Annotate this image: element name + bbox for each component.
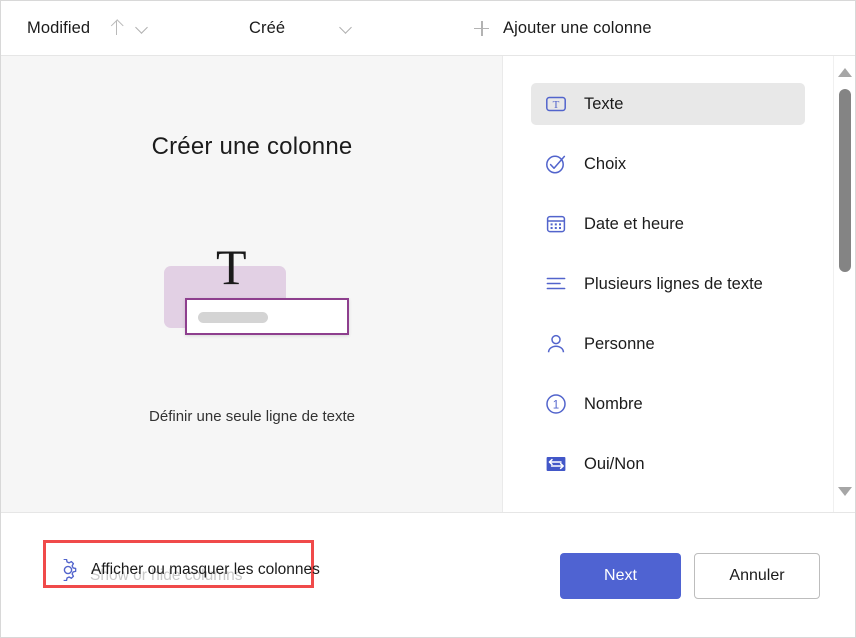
- list-item-label: Choix: [584, 154, 627, 173]
- list-scrollbar[interactable]: [833, 56, 855, 513]
- list-item-label: Plusieurs lignes de texte: [584, 274, 763, 293]
- list-item-date-et-heure[interactable]: Date et heure: [531, 203, 805, 245]
- toggle-arrows-icon: [545, 453, 567, 475]
- page-title: Créer une colonne: [151, 133, 353, 160]
- column-preview-pane: Créer une colonne T Définir une seule li…: [1, 56, 503, 513]
- svg-text:T: T: [553, 99, 560, 111]
- sort-ascending-icon[interactable]: [109, 20, 125, 36]
- column-type-list: T Texte Choix Date et heure Plusieurs li…: [503, 56, 833, 513]
- gear-icon: [57, 558, 79, 582]
- list-item-personne[interactable]: Personne: [531, 323, 805, 365]
- list-item-label: Texte: [584, 94, 624, 113]
- dialog-body: Créer une colonne T Définir une seule li…: [1, 56, 855, 513]
- chevron-down-icon[interactable]: [134, 20, 150, 36]
- column-header-bar: Modified Créé Ajouter une colonne: [1, 1, 855, 56]
- column-type-list-pane: T Texte Choix Date et heure Plusieurs li…: [503, 56, 855, 513]
- list-item-oui-non[interactable]: Oui/Non: [531, 443, 805, 485]
- dialog-footer: Show or hide columns Afficher ou masquer…: [1, 512, 855, 637]
- plus-icon: [473, 20, 490, 37]
- column-header-modified[interactable]: Modified: [27, 1, 150, 55]
- show-or-hide-columns-link[interactable]: Show or hide columns Afficher ou masquer…: [57, 558, 320, 584]
- illustration-placeholder-pill: [198, 312, 268, 323]
- person-icon: [545, 333, 567, 355]
- svg-text:1: 1: [553, 400, 559, 412]
- multiline-text-icon: [545, 273, 567, 295]
- list-item-label: Personne: [584, 334, 655, 353]
- list-item-choix[interactable]: Choix: [531, 143, 805, 185]
- column-header-cree-label: Créé: [249, 18, 286, 37]
- add-column-label: Ajouter une colonne: [503, 18, 652, 37]
- illustration-letter-t: T: [216, 239, 247, 295]
- list-item-label: Date et heure: [584, 214, 684, 233]
- list-item-label: Oui/Non: [584, 454, 645, 473]
- list-item-nombre[interactable]: 1 Nombre: [531, 383, 805, 425]
- chevron-down-icon[interactable]: [338, 20, 354, 36]
- next-button[interactable]: Next: [560, 553, 681, 599]
- create-column-dialog: Modified Créé Ajouter une colonne Créer …: [0, 0, 856, 638]
- column-header-cree[interactable]: Créé: [249, 1, 354, 55]
- preview-caption: Définir une seule ligne de texte: [149, 408, 355, 425]
- column-header-modified-label: Modified: [27, 18, 91, 37]
- list-item-label: Nombre: [584, 394, 643, 413]
- text-box-icon: T: [545, 93, 567, 115]
- scrollbar-thumb[interactable]: [839, 89, 851, 272]
- calendar-icon: [545, 213, 567, 235]
- list-item-texte[interactable]: T Texte: [531, 83, 805, 125]
- illustration-input-box: [185, 298, 349, 335]
- triangle-down-icon[interactable]: [834, 481, 856, 503]
- add-column-button[interactable]: Ajouter une colonne: [473, 1, 652, 55]
- text-column-illustration: T: [161, 226, 361, 356]
- check-circle-icon: [545, 153, 567, 175]
- triangle-up-icon[interactable]: [834, 62, 856, 84]
- number-one-circle-icon: 1: [545, 393, 567, 415]
- list-item-plusieurs-lignes-de-texte[interactable]: Plusieurs lignes de texte: [531, 263, 805, 305]
- show-hide-columns-label: Afficher ou masquer les colonnes: [91, 561, 320, 578]
- cancel-button[interactable]: Annuler: [694, 553, 820, 599]
